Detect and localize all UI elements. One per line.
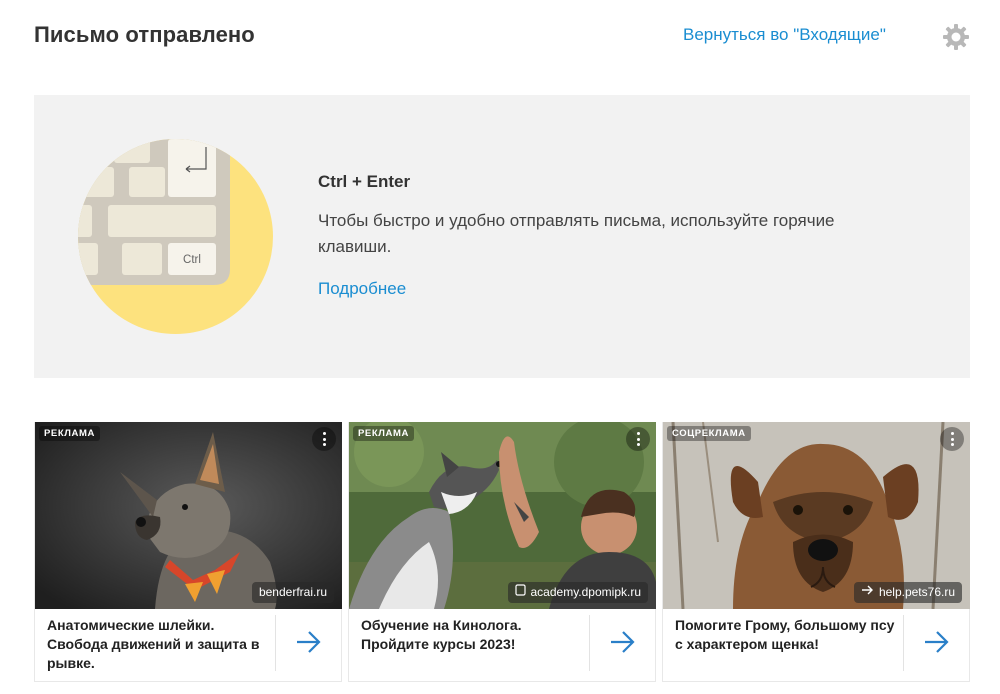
promo-title: Ctrl + Enter [318, 172, 411, 191]
ad-image[interactable]: РЕКЛАМА benderfrai.ru [35, 422, 342, 609]
more-options-icon[interactable] [940, 427, 964, 451]
ad-card[interactable]: РЕКЛАМА benderfrai.ru Анатомические шлей… [34, 422, 342, 682]
ad-text[interactable]: Помогите Грому, большому псу с характеро… [675, 616, 895, 654]
divider [589, 615, 590, 671]
ads-row: РЕКЛАМА benderfrai.ru Анатомические шлей… [34, 422, 970, 682]
back-to-inbox-link[interactable]: Вернуться во "Входящие" [683, 25, 886, 45]
ad-domain-text: academy.dpomipk.ru [530, 585, 642, 599]
hotkeys-promo: Ctrl Ctrl + Enter Чтобы быстро и удобно … [34, 95, 970, 378]
arrow-right-icon[interactable] [293, 628, 325, 656]
gear-icon[interactable] [940, 21, 972, 53]
divider [903, 615, 904, 671]
ad-image[interactable]: РЕКЛАМА academy.dpomipk.ru [349, 422, 656, 609]
ctrl-key-label: Ctrl [183, 254, 201, 266]
arrow-right-icon[interactable] [921, 628, 953, 656]
arrow-right-icon [861, 584, 874, 596]
header: Письмо отправлено Вернуться во "Входящие… [0, 0, 1000, 70]
arrow-right-icon[interactable] [607, 628, 639, 656]
promo-text: Чтобы быстро и удобно отправлять письма,… [318, 211, 835, 256]
ad-image[interactable]: СОЦРЕКЛАМА help.pets76.ru [663, 422, 970, 609]
ad-text[interactable]: Анатомические шлейки. Свобода движений и… [47, 616, 267, 673]
ad-badge: РЕКЛАМА [39, 426, 100, 441]
ad-domain-text: help.pets76.ru [878, 585, 955, 599]
ad-domain-link[interactable]: help.pets76.ru [853, 582, 962, 603]
keyboard-illustration: Ctrl [78, 139, 273, 334]
more-options-icon[interactable] [312, 427, 336, 451]
ad-card[interactable]: СОЦРЕКЛАМА help.pets76.ru Помогите Грому… [662, 422, 970, 682]
ad-domain-link[interactable]: academy.dpomipk.ru [507, 582, 648, 603]
page-title: Письмо отправлено [34, 22, 255, 47]
ad-domain-link[interactable]: benderfrai.ru [251, 582, 334, 603]
page-icon [514, 584, 526, 596]
learn-more-link[interactable]: Подробнее [318, 279, 406, 299]
more-options-icon[interactable] [626, 427, 650, 451]
ad-card[interactable]: РЕКЛАМА academy.dpomipk.ru Обучение на К… [348, 422, 656, 682]
ad-text[interactable]: Обучение на Кинолога. Пройдите курсы 202… [361, 616, 581, 654]
ad-badge: РЕКЛАМА [353, 426, 414, 441]
divider [275, 615, 276, 671]
ad-badge: СОЦРЕКЛАМА [667, 426, 751, 441]
ad-domain-text: benderfrai.ru [258, 585, 327, 599]
